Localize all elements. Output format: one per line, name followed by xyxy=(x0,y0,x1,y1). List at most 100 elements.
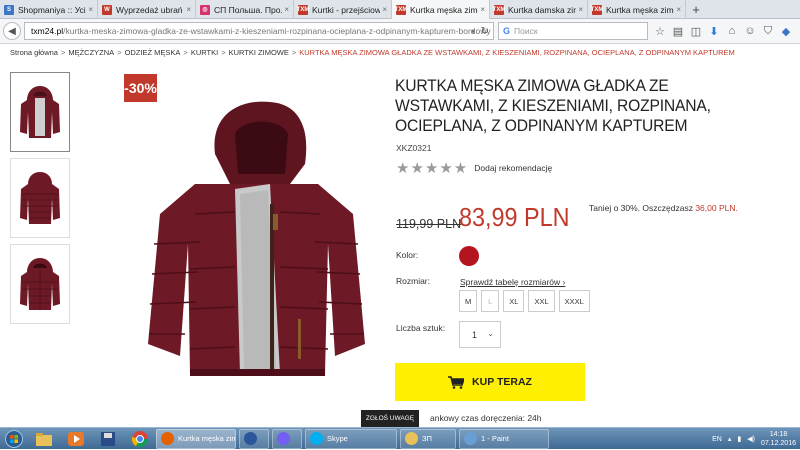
media-player-icon[interactable] xyxy=(60,428,92,450)
taskbar-task[interactable]: Kurtka męska zimo... xyxy=(156,428,236,449)
clock-date: 07.12.2016 xyxy=(760,440,796,447)
browser-tab[interactable]: TXM Kurtki - przejściow... × xyxy=(294,0,392,19)
browser-tab[interactable]: TXMKurtka męska zimo...× xyxy=(392,0,490,19)
breadcrumb-separator: > xyxy=(60,48,66,57)
search-input[interactable]: G Поиск xyxy=(498,22,648,40)
pocket-icon[interactable]: ◫ xyxy=(688,23,704,39)
old-price: 119,99 PLN xyxy=(396,217,462,231)
reading-list-icon[interactable]: ▤ xyxy=(670,23,686,39)
taskbar-task[interactable]: 1 - Paint xyxy=(459,428,549,449)
chat-icon[interactable]: ☺ xyxy=(742,23,758,39)
star-bookmark-icon[interactable]: ☆ xyxy=(652,23,668,39)
new-tab-button[interactable]: + xyxy=(686,0,706,19)
shield-icon[interactable]: ⛉ xyxy=(760,23,776,39)
language-indicator[interactable]: EN xyxy=(712,436,722,443)
color-label: Kolor: xyxy=(396,250,419,260)
breadcrumb-separator: > xyxy=(183,48,188,57)
jacket-closed-thumb-image xyxy=(20,258,60,310)
paint-icon xyxy=(464,432,477,445)
browser-tab[interactable]: ◎ СП Польша. Про... × xyxy=(196,0,294,19)
close-tab-icon[interactable]: × xyxy=(578,5,583,14)
close-tab-icon[interactable]: × xyxy=(284,5,289,14)
rating-stars-icon[interactable]: ★★★★★ xyxy=(396,159,468,177)
size-option-xl[interactable]: XL xyxy=(503,290,525,312)
thumbnail-front-closed[interactable] xyxy=(10,244,70,324)
breadcrumb-item[interactable]: KURTKI xyxy=(191,48,218,57)
breadcrumb-item[interactable]: MĘŻCZYZNA xyxy=(68,48,114,57)
color-swatch[interactable] xyxy=(459,246,479,266)
tab-title: Kurtka męska zimo... xyxy=(606,4,674,15)
url-dropdown-icon[interactable]: ▾ xyxy=(471,27,475,36)
tab-title: Shopmaniya :: Усі ... xyxy=(18,4,86,15)
size-option-m[interactable]: M xyxy=(459,290,478,312)
clock[interactable]: 14:18 07.12.2016 xyxy=(761,430,796,448)
system-tray: EN ▴ ▮ ◀) 14:18 07.12.2016 xyxy=(712,430,796,448)
quantity-select[interactable]: 1 ⌄ xyxy=(459,321,501,348)
taskbar-task[interactable] xyxy=(239,428,269,449)
delivery-time: ankowy czas doręczenia: 24h xyxy=(430,413,542,423)
start-button[interactable] xyxy=(0,428,28,450)
browser-tab[interactable]: TXMKurtka damska zim...× xyxy=(490,0,588,19)
volume-icon[interactable]: ◀) xyxy=(747,435,755,443)
tab-favicon-icon: TXM xyxy=(492,4,506,15)
buy-now-button[interactable]: KUP TERAZ xyxy=(395,363,585,401)
close-tab-icon[interactable]: × xyxy=(186,5,191,14)
browser-tab-strip: SShopmaniya :: Усі ...×WWyprzedaż ubrań … xyxy=(0,0,800,19)
taskbar-task-label: Kurtka męska zimo... xyxy=(178,434,235,443)
rating-row: ★★★★★ Dodaj rekomendację xyxy=(396,159,552,177)
save-icon[interactable] xyxy=(92,428,124,450)
close-tab-icon[interactable]: × xyxy=(88,5,93,14)
tab-title: Kurtka damska zim... xyxy=(508,4,576,15)
close-tab-icon[interactable]: × xyxy=(676,5,681,14)
product-main-image[interactable] xyxy=(140,94,370,384)
size-chart-link[interactable]: Sprawdź tabelę rozmiarów › xyxy=(460,277,565,287)
browser-tab[interactable]: W Wyprzedaż ubrań i ...× xyxy=(98,0,196,19)
addon-icon[interactable]: ◆ xyxy=(778,23,794,39)
viber-icon xyxy=(277,432,290,445)
chrome-icon[interactable] xyxy=(124,428,156,450)
report-feedback-button[interactable]: ZGŁOŚ UWAGĘ xyxy=(361,410,419,427)
size-option-l[interactable]: L xyxy=(481,290,500,312)
browser-nav-bar: ◀ txm24.pl/kurtka-meska-zimowa-gladka-ze… xyxy=(0,19,800,44)
explorer-icon[interactable] xyxy=(28,428,60,450)
tab-title: Wyprzedaż ubrań i ... xyxy=(116,4,184,15)
breadcrumb-item[interactable]: Strona główna xyxy=(10,48,58,57)
taskbar-task[interactable]: Skype xyxy=(305,428,397,449)
windows-taskbar: Kurtka męska zimo... Skype ЗП 1 - Paint EN … xyxy=(0,427,800,449)
product-title: KURTKA MĘSKA ZIMOWA GŁADKA ZE WSTAWKAMI,… xyxy=(395,76,711,135)
close-tab-icon[interactable]: × xyxy=(382,5,387,14)
thumbnail-front[interactable] xyxy=(10,72,70,152)
product-sku: XKZ0321 xyxy=(396,143,432,153)
browser-tab[interactable]: S Shopmaniya :: Усі ...× xyxy=(0,0,98,19)
reload-icon[interactable]: ↻ xyxy=(481,26,489,37)
add-recommendation-link[interactable]: Dodaj rekomendację xyxy=(474,163,552,173)
cart-icon xyxy=(448,375,465,389)
taskbar-task-label: ЗП xyxy=(422,434,432,443)
taskbar-task[interactable]: ЗП xyxy=(400,428,456,449)
close-tab-icon[interactable]: × xyxy=(480,5,485,14)
menu-icon[interactable]: ☰ xyxy=(796,23,800,39)
size-option-xxxl[interactable]: XXXL xyxy=(558,290,590,312)
url-host: txm24.pl xyxy=(31,26,64,36)
tray-arrow-icon[interactable]: ▴ xyxy=(728,435,732,443)
breadcrumb: Strona główna > MĘŻCZYZNA > ODZIEŻ MĘSKA > KUR… xyxy=(10,48,735,57)
address-bar[interactable]: txm24.pl/kurtka-meska-zimowa-gladka-ze-w… xyxy=(24,22,494,40)
network-icon[interactable]: ▮ xyxy=(737,435,741,443)
download-icon[interactable]: ⬇ xyxy=(706,23,722,39)
size-option-xxl[interactable]: XXL xyxy=(528,290,555,312)
buy-now-label: KUP TERAZ xyxy=(472,376,532,388)
clock-time: 14:18 xyxy=(769,431,788,438)
tab-title: Kurtka męska zimo... xyxy=(410,4,478,15)
taskbar-task[interactable] xyxy=(272,428,302,449)
back-button[interactable]: ◀ xyxy=(3,22,21,40)
thumbnail-back[interactable] xyxy=(10,158,70,238)
browser-tab[interactable]: TXMKurtka męska zimo...× xyxy=(588,0,686,19)
breadcrumb-item[interactable]: ODZIEŻ MĘSKA xyxy=(125,48,181,57)
breadcrumb-separator: > xyxy=(221,48,226,57)
taskbar-task-label: Skype xyxy=(327,434,348,443)
windows-logo-icon xyxy=(5,429,23,448)
search-placeholder: Поиск xyxy=(514,26,538,36)
breadcrumb-item[interactable]: KURTKI ZIMOWE xyxy=(229,48,289,57)
tab-favicon-icon: S xyxy=(4,4,14,15)
home-icon[interactable]: ⌂ xyxy=(724,23,740,39)
